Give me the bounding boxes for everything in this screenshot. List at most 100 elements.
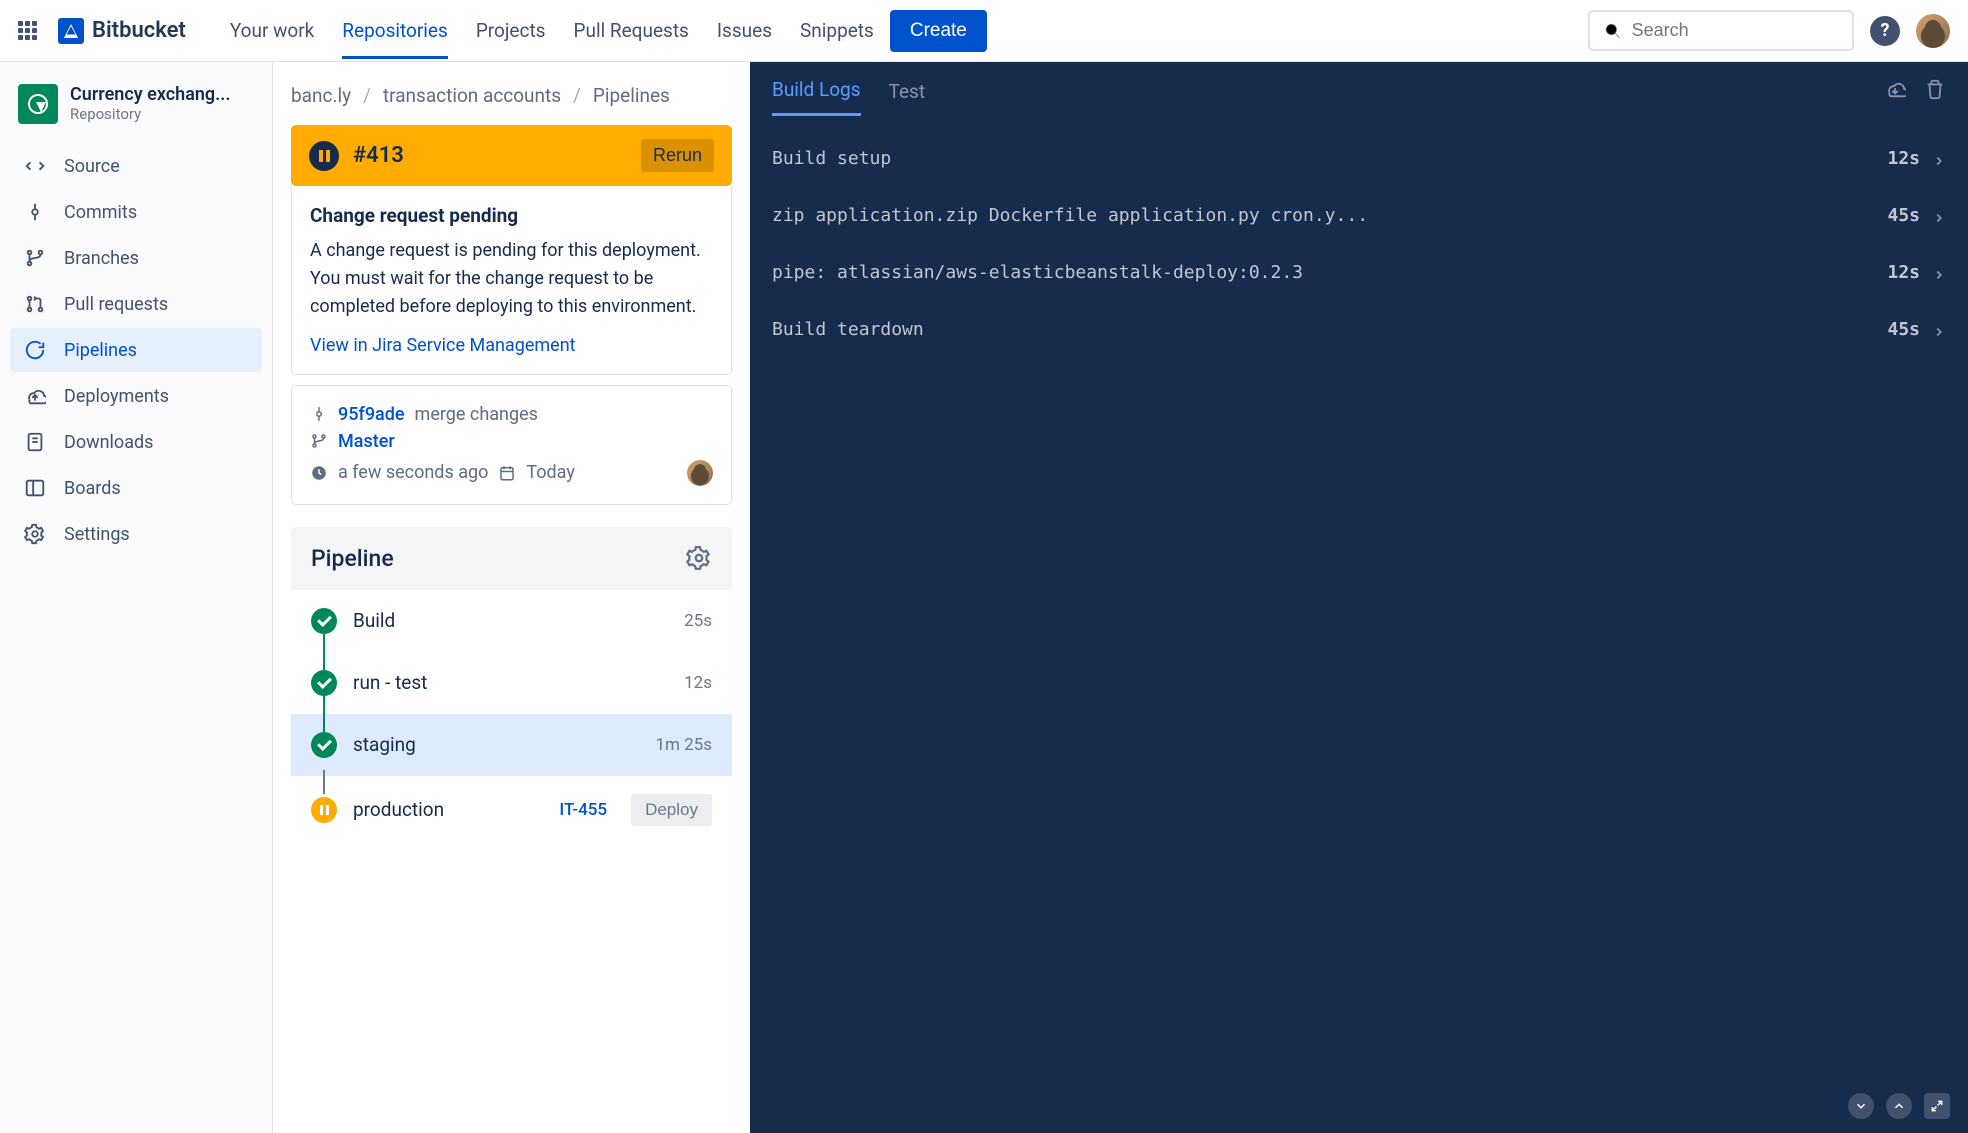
log-text: Build setup — [772, 148, 1887, 169]
stage-duration: 1m 25s — [655, 735, 712, 755]
issue-link[interactable]: IT-455 — [559, 800, 607, 820]
main-nav: Your work Repositories Projects Pull Req… — [230, 2, 874, 59]
status-paused-icon — [311, 797, 337, 823]
branches-icon — [24, 247, 46, 269]
status-success-icon — [311, 732, 337, 758]
sidebar-item-deployments[interactable]: Deployments — [10, 374, 262, 418]
sidebar-item-pipelines[interactable]: Pipelines — [10, 328, 262, 372]
breadcrumb-item[interactable]: Pipelines — [593, 84, 670, 107]
create-button[interactable]: Create — [890, 10, 987, 52]
view-in-jira-link[interactable]: View in Jira Service Management — [310, 335, 713, 356]
sidebar: Currency exchang... Repository Source Co… — [0, 62, 273, 1133]
commit-message: merge changes — [415, 404, 538, 425]
repo-header[interactable]: Currency exchang... Repository — [10, 78, 262, 144]
user-avatar[interactable] — [1916, 14, 1950, 48]
search-icon — [1604, 21, 1622, 41]
trash-icon[interactable] — [1924, 78, 1946, 100]
branch-link[interactable]: Master — [338, 431, 395, 452]
commit-card: 95f9ade merge changes Master a few secon… — [291, 385, 732, 505]
nav-pull-requests[interactable]: Pull Requests — [573, 2, 688, 59]
chevron-right-icon — [1932, 211, 1946, 225]
sidebar-item-boards[interactable]: Boards — [10, 466, 262, 510]
bitbucket-mark-icon — [58, 18, 84, 44]
sidebar-item-label: Commits — [64, 202, 137, 223]
log-text: pipe: atlassian/aws-elasticbeanstalk-dep… — [772, 262, 1887, 283]
sidebar-item-branches[interactable]: Branches — [10, 236, 262, 280]
sidebar-item-source[interactable]: Source — [10, 144, 262, 188]
repo-avatar-icon — [18, 84, 58, 124]
change-request-card: Change request pending A change request … — [291, 186, 732, 375]
fullscreen-button[interactable] — [1924, 1093, 1950, 1119]
log-duration: 45s — [1887, 205, 1920, 226]
stage-staging[interactable]: staging 1m 25s — [291, 714, 732, 776]
log-line[interactable]: Build teardown 45s — [772, 301, 1946, 358]
log-line[interactable]: pipe: atlassian/aws-elasticbeanstalk-dep… — [772, 244, 1946, 301]
status-success-icon — [311, 670, 337, 696]
search-input[interactable] — [1632, 20, 1838, 41]
stage-build[interactable]: Build 25s — [291, 590, 732, 652]
cr-text: A change request is pending for this dep… — [310, 237, 713, 321]
log-line[interactable]: zip application.zip Dockerfile applicati… — [772, 187, 1946, 244]
app-switcher-icon[interactable] — [18, 19, 42, 43]
top-header: Bitbucket Your work Repositories Project… — [0, 0, 1968, 62]
log-text: zip application.zip Dockerfile applicati… — [772, 205, 1887, 226]
sidebar-item-label: Pull requests — [64, 294, 168, 315]
download-logs-icon[interactable] — [1884, 78, 1906, 100]
pipeline-section: Pipeline Build 25s run - test 12s — [291, 527, 732, 844]
search-box[interactable] — [1588, 10, 1854, 51]
source-icon — [24, 155, 46, 177]
log-duration: 45s — [1887, 319, 1920, 340]
sidebar-item-downloads[interactable]: Downloads — [10, 420, 262, 464]
tab-build-logs[interactable]: Build Logs — [772, 62, 861, 116]
nav-snippets[interactable]: Snippets — [800, 2, 874, 59]
breadcrumb-item[interactable]: banc.ly — [291, 84, 351, 107]
sidebar-item-label: Source — [64, 156, 120, 177]
scroll-down-button[interactable] — [1848, 1093, 1874, 1119]
repo-title: Currency exchang... — [70, 84, 231, 105]
commit-hash-link[interactable]: 95f9ade — [338, 404, 405, 425]
commit-icon — [310, 405, 328, 423]
pipelines-icon — [24, 339, 46, 361]
sidebar-item-settings[interactable]: Settings — [10, 512, 262, 556]
stage-production[interactable]: production IT-455 Deploy — [291, 776, 732, 844]
log-duration: 12s — [1887, 148, 1920, 169]
status-success-icon — [311, 608, 337, 634]
logs-panel: Build Logs Test Build setup 12s zip appl… — [750, 62, 1968, 1133]
author-avatar[interactable] — [687, 460, 713, 486]
bitbucket-logo[interactable]: Bitbucket — [58, 18, 186, 44]
pull-requests-icon — [24, 293, 46, 315]
cr-title: Change request pending — [310, 204, 713, 227]
nav-repositories[interactable]: Repositories — [342, 2, 448, 59]
breadcrumb-item[interactable]: transaction accounts — [383, 84, 561, 107]
nav-projects[interactable]: Projects — [476, 2, 546, 59]
log-duration: 12s — [1887, 262, 1920, 283]
deploy-button[interactable]: Deploy — [631, 794, 712, 826]
pause-status-icon — [309, 141, 339, 171]
sidebar-item-commits[interactable]: Commits — [10, 190, 262, 234]
chevron-right-icon — [1932, 268, 1946, 282]
sidebar-item-pull-requests[interactable]: Pull requests — [10, 282, 262, 326]
tab-test[interactable]: Test — [889, 64, 926, 115]
build-banner: #413 Rerun — [291, 125, 732, 186]
rerun-button[interactable]: Rerun — [641, 139, 714, 172]
chevron-right-icon — [1932, 325, 1946, 339]
stage-run-test[interactable]: run - test 12s — [291, 652, 732, 714]
stage-name: Build — [353, 609, 395, 632]
calendar-icon — [498, 464, 516, 482]
nav-your-work[interactable]: Your work — [230, 2, 314, 59]
stage-name: staging — [353, 733, 416, 756]
stage-duration: 25s — [684, 611, 712, 631]
help-icon[interactable]: ? — [1870, 16, 1900, 46]
pipeline-settings-button[interactable] — [686, 545, 712, 571]
commits-icon — [24, 201, 46, 223]
downloads-icon — [24, 431, 46, 453]
log-line[interactable]: Build setup 12s — [772, 130, 1946, 187]
build-date: Today — [526, 462, 574, 483]
sidebar-item-label: Downloads — [64, 432, 153, 453]
boards-icon — [24, 477, 46, 499]
scroll-up-button[interactable] — [1886, 1093, 1912, 1119]
log-text: Build teardown — [772, 319, 1887, 340]
nav-issues[interactable]: Issues — [717, 2, 772, 59]
repo-subtitle: Repository — [70, 105, 231, 123]
sidebar-item-label: Pipelines — [64, 340, 137, 361]
